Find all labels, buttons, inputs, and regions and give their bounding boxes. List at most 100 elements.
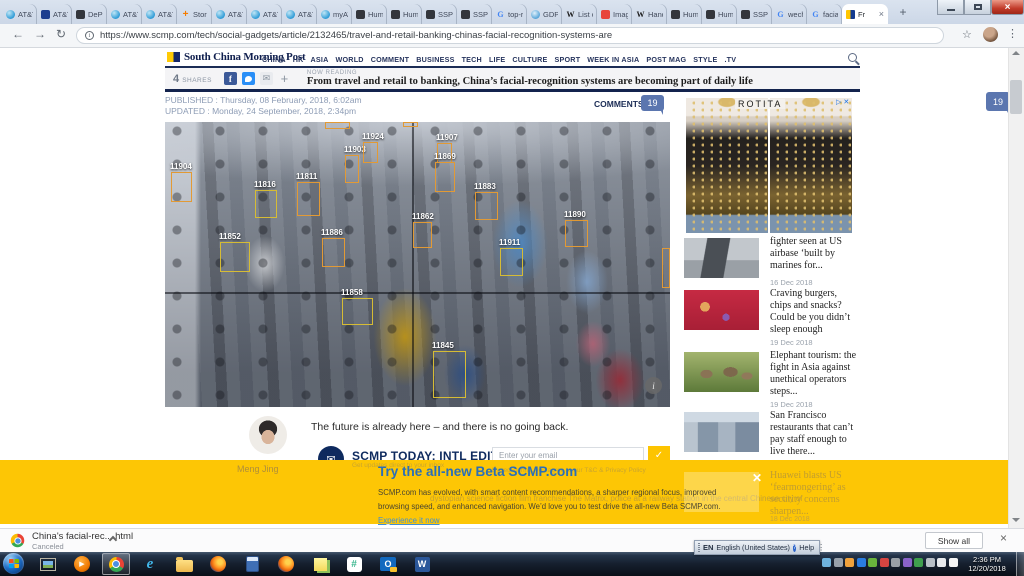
email-icon[interactable]: ✉ bbox=[260, 72, 273, 85]
browser-tab-sspu-21[interactable]: SSPU bbox=[737, 4, 772, 24]
close-window-button[interactable]: × bbox=[991, 0, 1024, 15]
browser-tab-gdp-15[interactable]: GDP bbox=[527, 4, 562, 24]
taskbar-calculator-button[interactable] bbox=[238, 553, 266, 575]
browser-tab-hum-11[interactable]: Hum bbox=[387, 4, 422, 24]
page-info-icon[interactable]: i bbox=[85, 31, 94, 40]
tray-icon-5[interactable] bbox=[868, 558, 877, 567]
minimize-button[interactable] bbox=[937, 0, 964, 15]
add-icon[interactable]: + bbox=[278, 72, 291, 85]
taskbar-outlook-button[interactable]: O bbox=[374, 553, 402, 575]
image-info-icon[interactable]: i bbox=[645, 377, 662, 394]
browser-tab-sspu-12[interactable]: SSPU bbox=[422, 4, 457, 24]
nav-item-business[interactable]: BUSINESS bbox=[416, 55, 454, 64]
tray-icon-6[interactable] bbox=[880, 558, 889, 567]
floating-comments-badge[interactable]: 19 bbox=[986, 92, 1010, 111]
browser-tab-topr-14[interactable]: Gtop-r bbox=[492, 4, 527, 24]
sidebar-article-2[interactable]: Craving burgers, chips and snacks? Could… bbox=[684, 290, 856, 340]
browser-profile-avatar[interactable] bbox=[983, 27, 998, 42]
forward-button[interactable]: → bbox=[34, 28, 46, 40]
nav-item-comment[interactable]: COMMENT bbox=[371, 55, 410, 64]
page-scrollbar[interactable] bbox=[1008, 48, 1024, 528]
taskbar-firefox-2-button[interactable] bbox=[272, 553, 300, 575]
scroll-down-arrow[interactable] bbox=[1012, 518, 1020, 522]
search-icon[interactable] bbox=[848, 53, 857, 62]
sidebar-article-1[interactable]: fighter seen at US airbase ‘built by mar… bbox=[684, 238, 856, 288]
sidebar-ad[interactable] bbox=[684, 96, 852, 233]
browser-tab-hum-20[interactable]: Hum bbox=[702, 4, 737, 24]
nav-item--tv[interactable]: .TV bbox=[724, 55, 736, 64]
browser-tab-hum-10[interactable]: Hum bbox=[352, 4, 387, 24]
taskbar-chrome-button[interactable] bbox=[102, 553, 130, 575]
tray-icon-7[interactable] bbox=[891, 558, 900, 567]
browser-tab-stor-5[interactable]: +Stor bbox=[177, 4, 212, 24]
taskbar-word-button[interactable]: W bbox=[408, 553, 436, 575]
tray-icon-9[interactable] bbox=[914, 558, 923, 567]
comments-count-badge[interactable]: 19 bbox=[641, 95, 664, 111]
nav-item-style[interactable]: STYLE bbox=[693, 55, 717, 64]
nav-item-sport[interactable]: SPORT bbox=[555, 55, 581, 64]
nav-item-world[interactable]: WORLD bbox=[336, 55, 364, 64]
language-name[interactable]: English (United States) bbox=[716, 543, 790, 552]
reload-button[interactable]: ↻ bbox=[56, 28, 66, 40]
banner-close-icon[interactable]: ✕ bbox=[752, 471, 762, 485]
scrollbar-thumb[interactable] bbox=[1010, 80, 1022, 114]
browser-tab-fr-24[interactable]: Fr× bbox=[842, 4, 888, 24]
taskbar-firefox-button[interactable] bbox=[204, 553, 232, 575]
browser-tab-listo-16[interactable]: WList o bbox=[562, 4, 597, 24]
taskbar-clock[interactable]: 2:36 PM 12/20/2018 bbox=[960, 555, 1014, 573]
scroll-up-arrow[interactable] bbox=[1012, 51, 1020, 55]
adchoices-icon[interactable]: ▷ ✕ bbox=[836, 98, 849, 106]
language-bar-grip[interactable] bbox=[698, 543, 700, 552]
browser-tab-att-1[interactable]: AT&T bbox=[37, 4, 72, 24]
nav-item-life[interactable]: LIFE bbox=[489, 55, 505, 64]
taskbar-media-player-button[interactable]: ▶ bbox=[68, 553, 96, 575]
browser-tab-myat-9[interactable]: myAT bbox=[317, 4, 352, 24]
tray-icon-8[interactable] bbox=[903, 558, 912, 567]
nav-item-hk[interactable]: HK bbox=[293, 55, 304, 64]
sidebar-article-4[interactable]: San Francisco restaurants that can’t pay… bbox=[684, 412, 856, 462]
browser-tab-hand-18[interactable]: WHand bbox=[632, 4, 667, 24]
nav-item-culture[interactable]: CULTURE bbox=[512, 55, 547, 64]
help-label[interactable]: Help bbox=[799, 543, 814, 552]
browser-tab-att-7[interactable]: AT&T bbox=[247, 4, 282, 24]
tray-icon-11[interactable] bbox=[937, 558, 946, 567]
browser-tab-att-3[interactable]: AT&T bbox=[107, 4, 142, 24]
browser-tab-imag-17[interactable]: Imag bbox=[597, 4, 632, 24]
nav-item-post-mag[interactable]: POST MAG bbox=[646, 55, 686, 64]
taskbar-slack-button[interactable]: # bbox=[340, 553, 368, 575]
tray-icon-10[interactable] bbox=[926, 558, 935, 567]
browser-tab-hum-19[interactable]: Hum bbox=[667, 4, 702, 24]
back-button[interactable]: ← bbox=[12, 28, 24, 40]
browser-tab-facia-23[interactable]: Gfacia bbox=[807, 4, 842, 24]
browser-tab-depa-2[interactable]: DePa bbox=[72, 4, 107, 24]
author-avatar[interactable] bbox=[249, 416, 287, 454]
facebook-icon[interactable]: f bbox=[224, 72, 237, 85]
scmp-logo-icon[interactable] bbox=[167, 52, 180, 62]
banner-experience-link[interactable]: Experience it now bbox=[378, 516, 440, 525]
tray-icon-2[interactable] bbox=[834, 558, 843, 567]
maximize-button[interactable] bbox=[964, 0, 991, 15]
language-bar-menu-icon[interactable]: ⋮ bbox=[817, 543, 825, 552]
download-shelf-close-icon[interactable]: × bbox=[1000, 531, 1007, 545]
nav-item-china[interactable]: CHINA bbox=[262, 55, 286, 64]
sidebar-article-3[interactable]: Elephant tourism: the fight in Asia agai… bbox=[684, 352, 856, 402]
bookmark-star-icon[interactable]: ☆ bbox=[962, 28, 972, 41]
language-short[interactable]: EN bbox=[703, 543, 713, 552]
tray-icon-1[interactable] bbox=[822, 558, 831, 567]
taskbar-sticky-notes-button[interactable] bbox=[306, 553, 334, 575]
tab-close-icon[interactable]: × bbox=[879, 9, 884, 19]
taskbar-internet-explorer-button[interactable]: e bbox=[136, 553, 164, 575]
language-bar[interactable]: EN English (United States) ? Help ⋮ bbox=[694, 540, 820, 555]
tray-icon-12[interactable] bbox=[949, 558, 958, 567]
start-button[interactable] bbox=[3, 553, 24, 574]
taskbar-photos-button[interactable] bbox=[34, 553, 62, 575]
browser-tab-wech-22[interactable]: Gwech bbox=[772, 4, 807, 24]
tray-icon-3[interactable] bbox=[845, 558, 854, 567]
browser-tab-att-8[interactable]: AT&T bbox=[282, 4, 317, 24]
browser-tab-att-6[interactable]: AT&T bbox=[212, 4, 247, 24]
show-all-downloads-button[interactable]: Show all bbox=[925, 532, 983, 549]
taskbar-file-explorer-button[interactable] bbox=[170, 553, 198, 575]
download-filename[interactable]: China's facial-rec....html bbox=[32, 531, 133, 542]
new-tab-button[interactable]: + bbox=[893, 3, 913, 21]
nav-item-week-in-asia[interactable]: WEEK IN ASIA bbox=[587, 55, 639, 64]
